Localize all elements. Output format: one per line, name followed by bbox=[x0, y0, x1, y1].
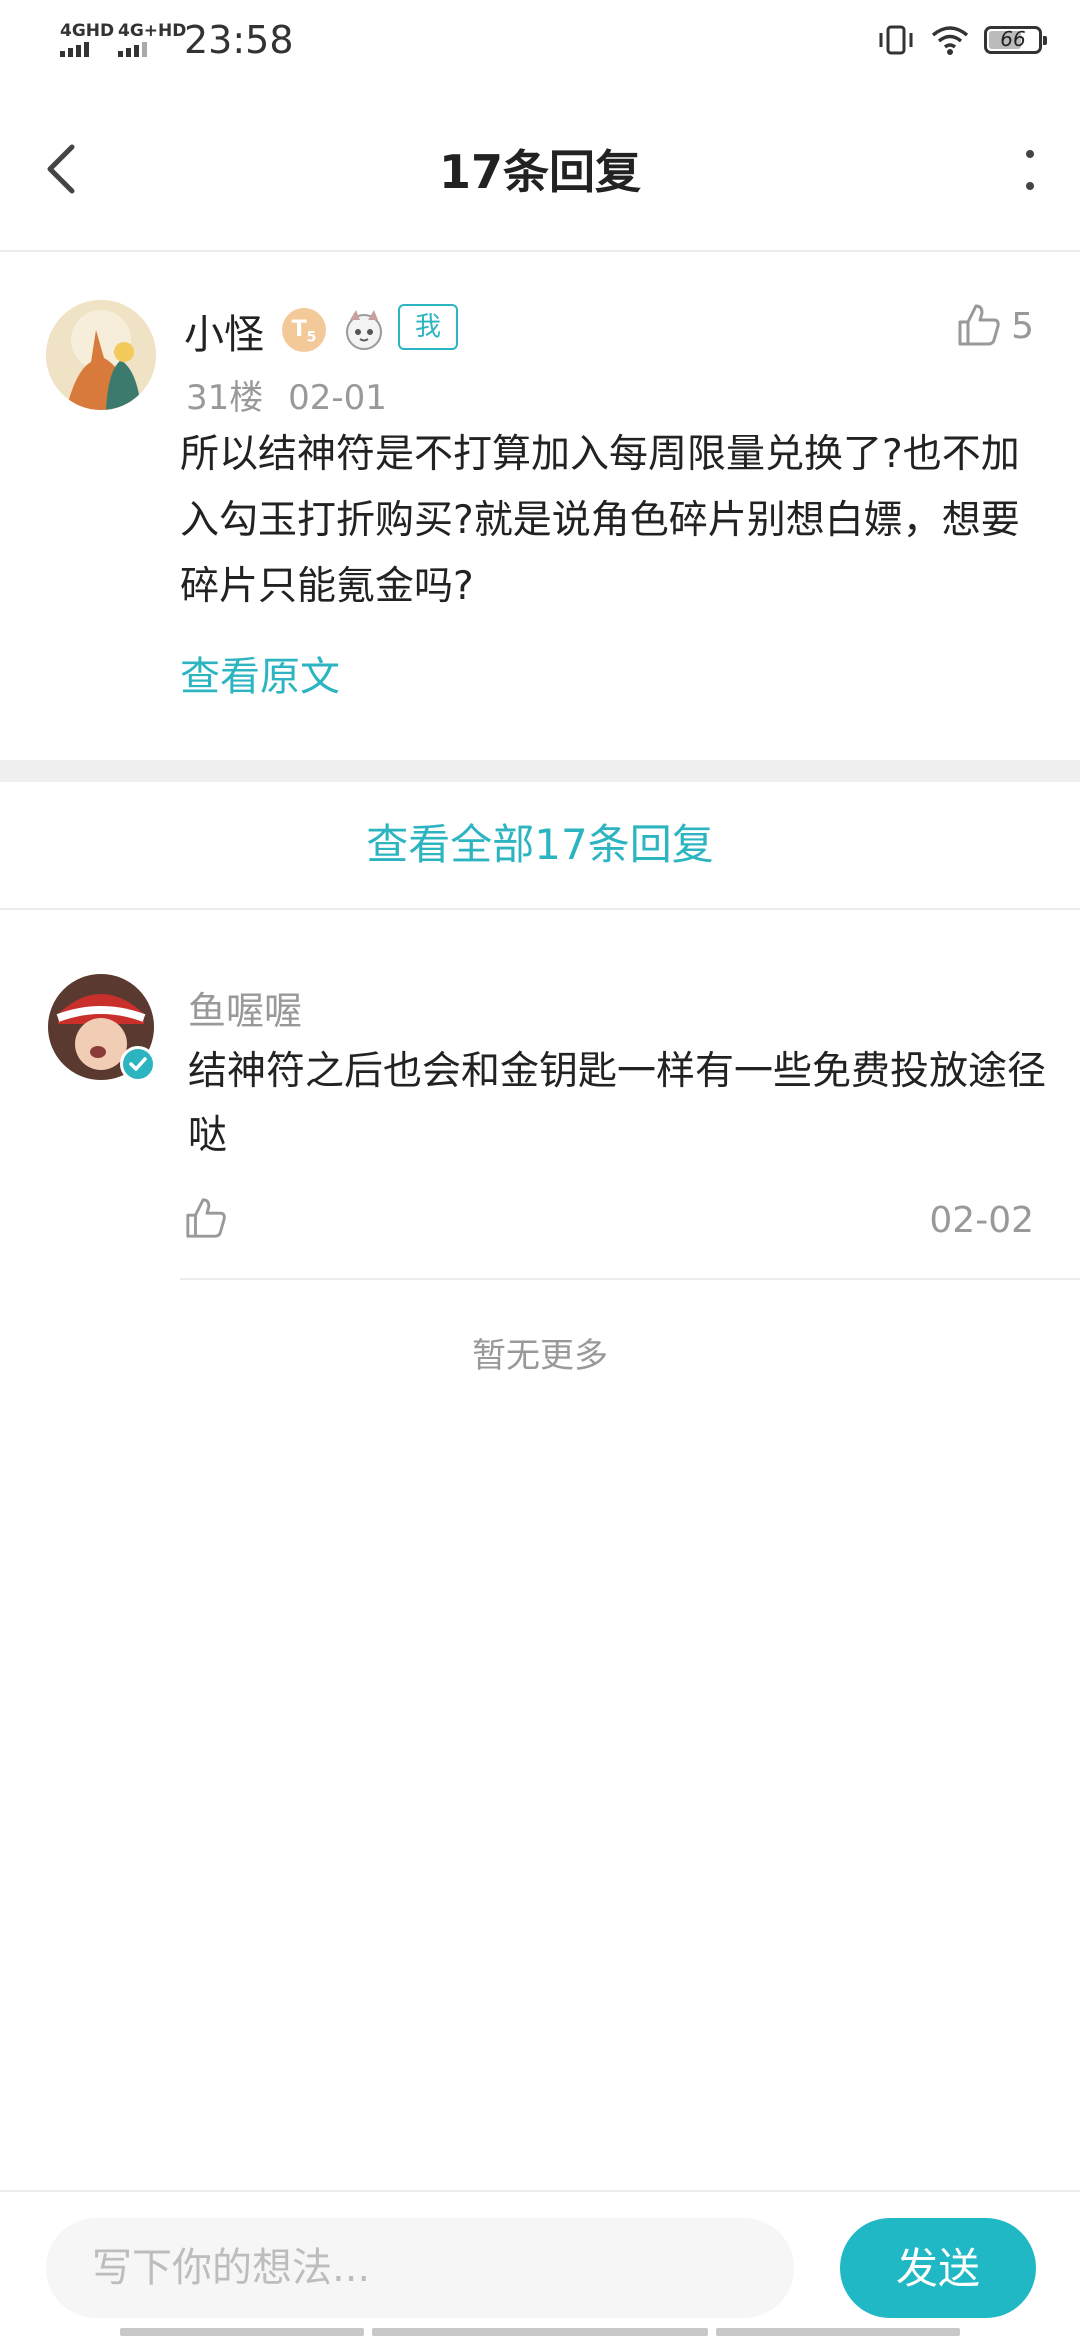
battery-level: 66 bbox=[1000, 27, 1026, 51]
avatar-image bbox=[46, 300, 156, 410]
comment-content[interactable]: 所以结神符是不打算加入每周限量兑换了?也不加入勾玉打折购买?就是说角色碎片别想白… bbox=[180, 422, 1020, 620]
more-options-button[interactable] bbox=[1020, 150, 1040, 190]
reply-item: 鱼喔喔 结神符之后也会和金钥匙一样有一些免费投放途径哒 02-02 bbox=[0, 910, 1080, 1280]
thumbs-up-icon[interactable] bbox=[956, 302, 1002, 348]
view-original-link[interactable]: 查看原文 bbox=[180, 644, 340, 702]
send-button[interactable]: 发送 bbox=[840, 2218, 1036, 2318]
signal-bars-icon bbox=[60, 42, 114, 57]
comment-input[interactable] bbox=[46, 2218, 794, 2318]
level-badge: T5 bbox=[282, 308, 326, 352]
reply-divider bbox=[180, 1278, 1080, 1280]
reply-username[interactable]: 鱼喔喔 bbox=[188, 980, 302, 1035]
nav-bar-segment bbox=[120, 2328, 364, 2336]
status-time: 23:58 bbox=[184, 18, 294, 62]
view-all-replies-button[interactable]: 查看全部17条回复 bbox=[0, 782, 1080, 910]
mascot-badge-icon bbox=[346, 310, 382, 350]
page-title: 17条回复 bbox=[438, 145, 641, 199]
comment-meta: 31楼 02-01 bbox=[186, 370, 387, 419]
battery-icon: 66 bbox=[984, 26, 1047, 54]
nav-bar-segment bbox=[372, 2328, 708, 2336]
reply-content[interactable]: 结神符之后也会和金钥匙一样有一些免费投放途径哒 bbox=[188, 1040, 1048, 1168]
main-comment: 小怪 T5 我 5 31楼 02-01 所以结神符是不打算加入每周限量兑换了?也… bbox=[0, 252, 1080, 760]
like-count: 5 bbox=[1011, 306, 1034, 347]
comment-username[interactable]: 小怪 bbox=[184, 302, 264, 360]
signal-bars-icon bbox=[118, 42, 186, 57]
wifi-icon bbox=[931, 26, 969, 55]
floor-number: 31楼 bbox=[186, 378, 264, 418]
verified-badge-icon bbox=[120, 1046, 156, 1082]
avatar[interactable] bbox=[46, 300, 156, 410]
more-vertical-icon bbox=[1026, 150, 1034, 158]
level-badge-number: 5 bbox=[306, 329, 317, 346]
me-tag: 我 bbox=[398, 304, 458, 350]
vibrate-icon bbox=[879, 25, 913, 55]
network-indicator-2: 4G+HD bbox=[118, 22, 186, 57]
status-bar: 4GHD 4G+HD 23:58 66 bbox=[0, 0, 1080, 84]
section-divider bbox=[0, 760, 1080, 782]
reply-date: 02-02 bbox=[929, 1200, 1034, 1241]
nav-bar-segment bbox=[716, 2328, 960, 2336]
comment-composer: 发送 bbox=[0, 2190, 1080, 2342]
network-label-2: 4G+HD bbox=[118, 21, 187, 41]
network-indicator-1: 4GHD bbox=[60, 22, 114, 57]
thumbs-up-icon[interactable] bbox=[184, 1196, 228, 1240]
header: 17条回复 bbox=[0, 84, 1080, 252]
level-badge-letter: T bbox=[291, 317, 307, 342]
status-icons: 66 bbox=[876, 24, 1047, 56]
comment-date: 02-01 bbox=[288, 378, 387, 418]
no-more-label: 暂无更多 bbox=[472, 1336, 608, 1376]
network-label-1: 4GHD bbox=[60, 21, 115, 41]
